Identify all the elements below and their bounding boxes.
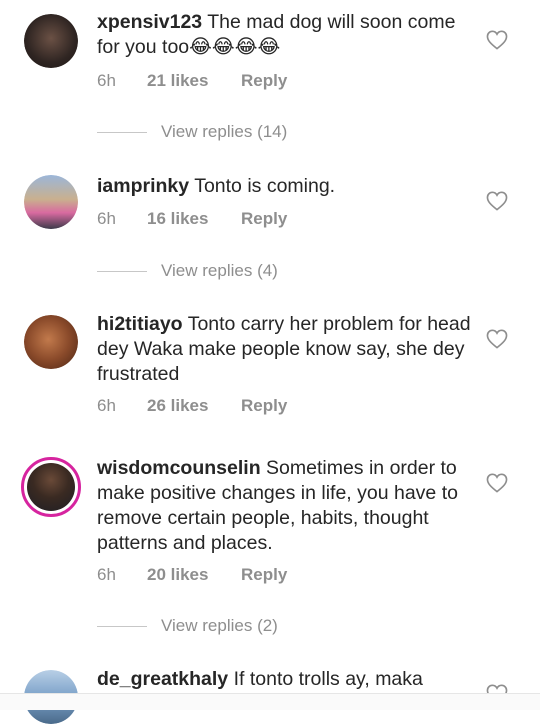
avatar[interactable] [24, 14, 78, 68]
comment-meta: 6h 26 likes Reply [97, 396, 287, 416]
heart-icon[interactable] [486, 329, 508, 349]
divider-line [97, 271, 147, 273]
comment-text: de_greatkhaly If tonto trolls ay, maka [97, 667, 472, 692]
comment-body: Tonto is coming. [194, 175, 336, 197]
reply-button[interactable]: Reply [241, 71, 287, 91]
avatar-story-ring[interactable] [21, 457, 81, 517]
reply-button[interactable]: Reply [241, 396, 287, 416]
comment-time: 6h [97, 565, 116, 584]
reply-button[interactable]: Reply [241, 209, 287, 229]
comment-text: xpensiv123 The mad dog will soon come fo… [97, 10, 472, 60]
view-replies-label: View replies (14) [161, 122, 288, 141]
comment-time: 6h [97, 396, 116, 415]
comment-likes[interactable]: 16 likes [147, 209, 241, 229]
bottom-comment-bar [0, 693, 540, 710]
view-replies-button[interactable]: View replies (4) [97, 261, 278, 281]
comment-meta: 6h 21 likes Reply [97, 71, 287, 91]
comment-time: 6h [97, 209, 116, 228]
avatar[interactable] [24, 315, 78, 369]
comment-likes[interactable]: 26 likes [147, 396, 241, 416]
comment-time: 6h [97, 71, 116, 90]
heart-icon[interactable] [486, 473, 508, 493]
comment-body: If tonto trolls ay, maka [233, 668, 423, 690]
comment-username[interactable]: iamprinky [97, 175, 189, 197]
divider-line [97, 626, 147, 628]
comment-username[interactable]: de_greatkhaly [97, 668, 228, 690]
comment-text: wisdomcounselin Sometimes in order to ma… [97, 456, 472, 556]
heart-icon[interactable] [486, 191, 508, 211]
comment-likes[interactable]: 20 likes [147, 565, 241, 585]
view-replies-label: View replies (2) [161, 616, 278, 635]
comment-meta: 6h 20 likes Reply [97, 565, 287, 585]
comment-text: hi2titiayo Tonto carry her problem for h… [97, 312, 472, 387]
view-replies-label: View replies (4) [161, 261, 278, 280]
reply-button[interactable]: Reply [241, 565, 287, 585]
comment-likes[interactable]: 21 likes [147, 71, 241, 91]
heart-icon[interactable] [486, 30, 508, 50]
comment-username[interactable]: wisdomcounselin [97, 457, 261, 479]
view-replies-button[interactable]: View replies (14) [97, 122, 287, 142]
comment-meta: 6h 16 likes Reply [97, 209, 287, 229]
view-replies-button[interactable]: View replies (2) [97, 616, 278, 636]
comment-username[interactable]: xpensiv123 [97, 11, 202, 33]
avatar[interactable] [24, 175, 78, 229]
comment-text: iamprinky Tonto is coming. [97, 174, 472, 199]
divider-line [97, 132, 147, 134]
comment-username[interactable]: hi2titiayo [97, 313, 183, 335]
